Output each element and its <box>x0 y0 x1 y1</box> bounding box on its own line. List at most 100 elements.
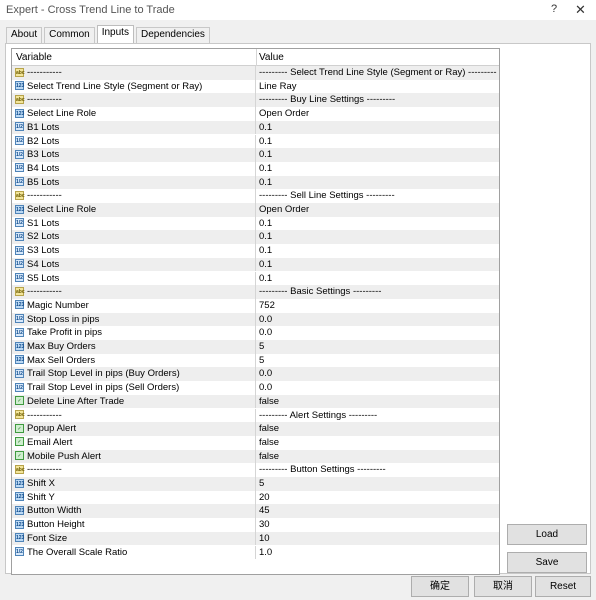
input-row[interactable]: 123 Button Height 30 <box>12 518 499 532</box>
value-cell[interactable]: 0.0 <box>259 368 272 379</box>
value-cell[interactable]: false <box>259 451 279 462</box>
value-cell[interactable]: false <box>259 396 279 407</box>
input-row[interactable]: 1/2 B5 Lots 0.1 <box>12 175 499 190</box>
input-row[interactable]: ✓ Popup Alert false <box>12 422 499 436</box>
value-cell[interactable]: 0.1 <box>259 218 272 229</box>
bool-type-icon: ✓ <box>15 396 24 406</box>
value-cell[interactable]: 30 <box>259 519 270 530</box>
value-cell[interactable]: --------- Select Trend Line Style (Segme… <box>259 67 497 78</box>
input-row[interactable]: abc ----------- --------- Select Trend Lin… <box>12 66 499 80</box>
enum-type-icon: 123 <box>15 355 25 365</box>
value-cell[interactable]: 0.1 <box>259 259 272 270</box>
input-row[interactable]: abc ----------- --------- Sell Line Settin… <box>12 189 499 203</box>
value-cell[interactable]: --------- Sell Line Settings --------- <box>259 190 395 201</box>
value-cell[interactable]: 0.1 <box>259 245 272 256</box>
variable-cell: 1/2 Take Profit in pips <box>12 326 256 340</box>
input-row[interactable]: ✓ Mobile Push Alert false <box>12 449 499 464</box>
input-row[interactable]: ✓ Email Alert false <box>12 435 499 450</box>
input-row[interactable]: 123 Select Line Role Open Order <box>12 107 499 121</box>
load-button[interactable]: Load <box>507 524 587 545</box>
value-cell[interactable]: 0.0 <box>259 327 272 338</box>
value-cell[interactable]: 5 <box>259 478 264 489</box>
input-row[interactable]: 1/2 Trail Stop Level in pips (Buy Orders)… <box>12 367 499 382</box>
value-cell[interactable]: 752 <box>259 300 275 311</box>
value-cell[interactable]: 20 <box>259 492 270 503</box>
input-row[interactable]: 123 Select Line Role Open Order <box>12 203 499 217</box>
input-row[interactable]: 123 Select Trend Line Style (Segment or R… <box>12 79 499 94</box>
input-row[interactable]: 1/2 The Overall Scale Ratio 1.0 <box>12 545 499 560</box>
value-cell[interactable]: false <box>259 437 279 448</box>
variable-cell: abc ----------- <box>12 408 256 423</box>
variable-cell: 1/2 Trail Stop Level in pips (Buy Orders) <box>12 367 256 382</box>
help-button[interactable]: ? <box>551 3 557 15</box>
tab-about[interactable]: About <box>6 27 43 43</box>
variable-name: Button Width <box>27 505 82 517</box>
value-cell[interactable]: 1.0 <box>259 547 272 558</box>
input-row[interactable]: 1/2 S1 Lots 0.1 <box>12 216 499 231</box>
value-cell[interactable]: 0.1 <box>259 136 272 147</box>
input-row[interactable]: 1/2 S3 Lots 0.1 <box>12 244 499 258</box>
input-row[interactable]: abc ----------- --------- Button Settings … <box>12 463 499 477</box>
input-row[interactable]: 1/2 S4 Lots 0.1 <box>12 257 499 272</box>
dbl-type-icon: 1/2 <box>15 273 24 282</box>
input-row[interactable]: 1/2 Trail Stop Level in pips (Sell Orders… <box>12 381 499 395</box>
tab-inputs[interactable]: Inputs <box>96 25 134 43</box>
input-row[interactable]: abc ----------- --------- Basic Settings -… <box>12 285 499 299</box>
variable-cell: 1/2 S5 Lots <box>12 271 256 286</box>
value-cell[interactable]: Line Ray <box>259 81 297 92</box>
input-row[interactable]: abc ----------- --------- Alert Settings -… <box>12 408 499 423</box>
value-cell[interactable]: 0.1 <box>259 122 272 133</box>
header-value[interactable]: Value <box>259 52 284 63</box>
value-cell[interactable]: 45 <box>259 505 270 516</box>
value-cell[interactable]: 0.1 <box>259 149 272 160</box>
window-title: Expert - Cross Trend Line to Trade <box>6 4 175 16</box>
variable-cell: abc ----------- <box>12 189 256 203</box>
variable-name: B4 Lots <box>27 162 60 174</box>
value-cell[interactable]: 0.1 <box>259 231 272 242</box>
input-row[interactable]: 1/2 Stop Loss in pips 0.0 <box>12 312 499 327</box>
close-button[interactable]: ✕ <box>575 2 586 18</box>
input-row[interactable]: 123 Max Sell Orders 5 <box>12 353 499 368</box>
input-row[interactable]: 1/2 Take Profit in pips 0.0 <box>12 326 499 340</box>
value-cell[interactable]: 0.0 <box>259 382 272 393</box>
value-cell[interactable]: Open Order <box>259 108 309 119</box>
value-cell[interactable]: 0.1 <box>259 163 272 174</box>
input-row[interactable]: 123 Font Size 10 <box>12 531 499 546</box>
header-variable[interactable]: Variable <box>16 52 52 63</box>
value-cell[interactable]: 10 <box>259 533 270 544</box>
input-row[interactable]: 1/2 B4 Lots 0.1 <box>12 161 499 176</box>
tab-common[interactable]: Common <box>44 27 95 43</box>
input-row[interactable]: ✓ Delete Line After Trade false <box>12 394 499 409</box>
value-cell[interactable]: 5 <box>259 341 264 352</box>
variable-cell: ✓ Email Alert <box>12 435 256 450</box>
input-row[interactable]: 123 Magic Number 752 <box>12 298 499 313</box>
input-row[interactable]: 123 Shift Y 20 <box>12 490 499 505</box>
input-row[interactable]: 1/2 B2 Lots 0.1 <box>12 134 499 149</box>
input-row[interactable]: abc ----------- --------- Buy Line Setting… <box>12 93 499 108</box>
value-cell[interactable]: Open Order <box>259 204 309 215</box>
ok-button[interactable]: 确定 <box>411 576 469 597</box>
input-row[interactable]: 123 Max Buy Orders 5 <box>12 340 499 354</box>
str-type-icon: abc <box>15 94 25 104</box>
cancel-button[interactable]: 取消 <box>474 576 532 597</box>
value-cell[interactable]: --------- Button Settings --------- <box>259 464 386 475</box>
input-row[interactable]: 123 Shift X5 <box>12 477 499 491</box>
value-cell[interactable]: --------- Alert Settings --------- <box>259 410 377 421</box>
value-cell[interactable]: 0.1 <box>259 177 272 188</box>
value-cell[interactable]: 0.0 <box>259 314 272 325</box>
value-cell[interactable]: false <box>259 423 279 434</box>
save-button[interactable]: Save <box>507 552 587 573</box>
input-row[interactable]: 1/2 S2 Lots 0.1 <box>12 230 499 245</box>
tab-dependencies[interactable]: Dependencies <box>135 27 210 43</box>
value-cell[interactable]: 5 <box>259 355 264 366</box>
variable-name: S2 Lots <box>27 231 60 243</box>
input-row[interactable]: 1/2 B3 Lots 0.1 <box>12 148 499 162</box>
variable-cell: 1/2 B5 Lots <box>12 175 256 190</box>
value-cell[interactable]: --------- Buy Line Settings --------- <box>259 94 395 105</box>
value-cell[interactable]: 0.1 <box>259 273 272 284</box>
input-row[interactable]: 1/2 S5 Lots 0.1 <box>12 271 499 286</box>
reset-button[interactable]: Reset <box>535 576 591 597</box>
value-cell[interactable]: --------- Basic Settings --------- <box>259 286 381 297</box>
input-row[interactable]: 123 Button Width 45 <box>12 504 499 519</box>
input-row[interactable]: 1/2 B1 Lots 0.1 <box>12 120 499 135</box>
